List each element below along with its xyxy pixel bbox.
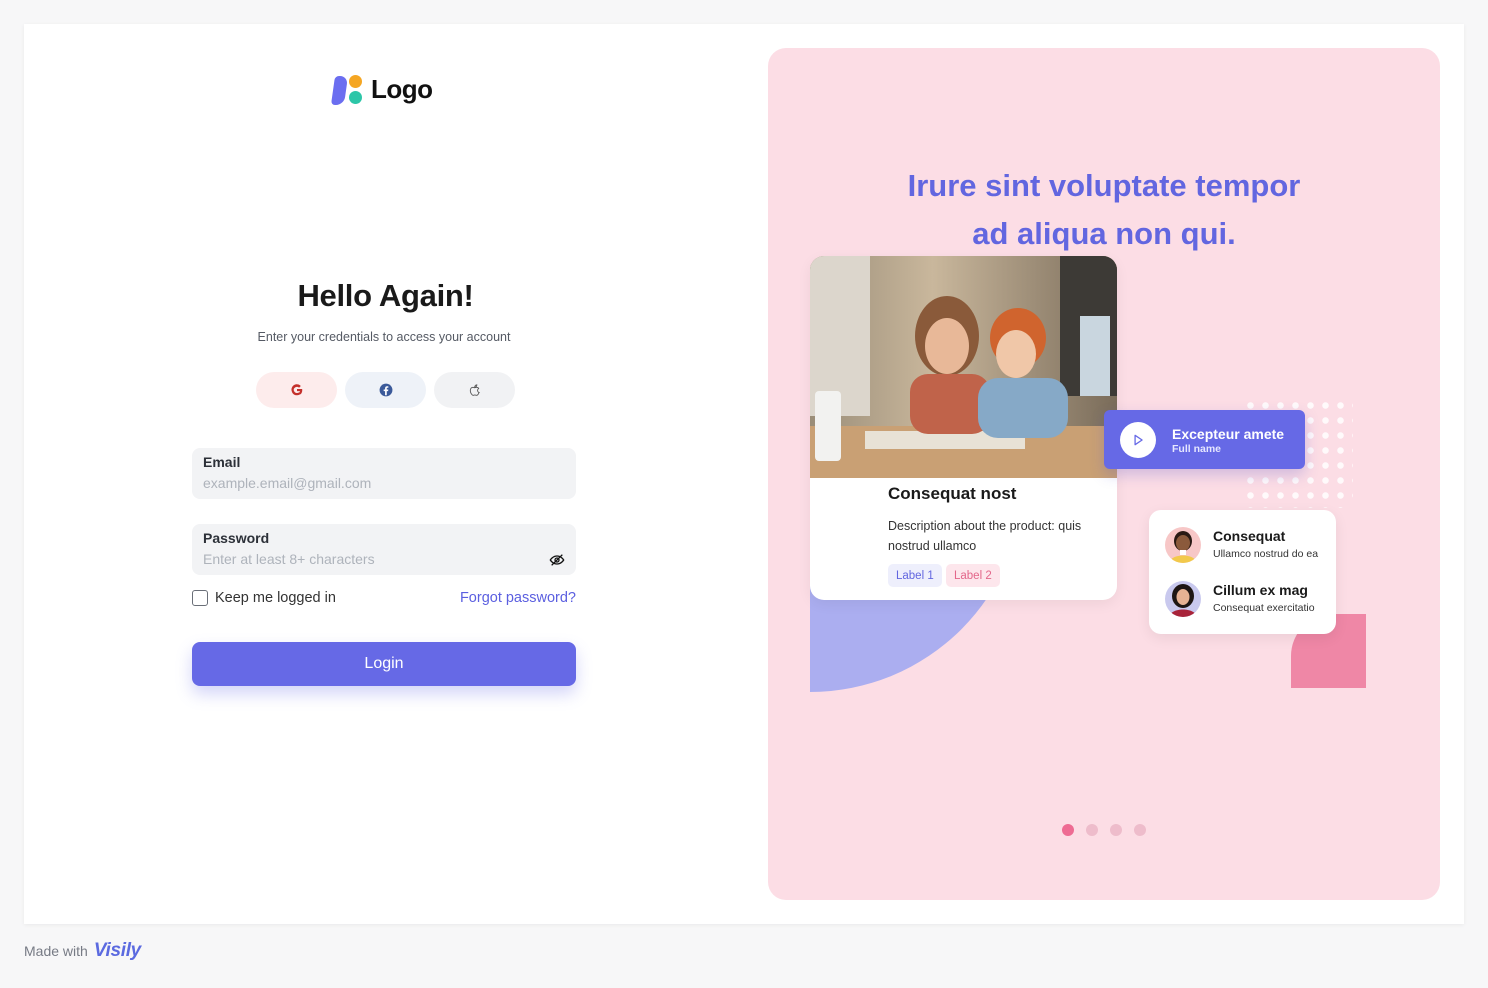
- product-photo: [810, 256, 1117, 478]
- remember-me[interactable]: Keep me logged in: [192, 590, 336, 606]
- page-title: Hello Again!: [297, 278, 474, 313]
- social-login-group: [256, 372, 515, 408]
- person-name: Consequat: [1213, 528, 1286, 544]
- pager-dot-3[interactable]: [1110, 824, 1122, 836]
- video-card[interactable]: Excepteur amete Full name: [1104, 410, 1305, 469]
- pager-dot-1[interactable]: [1062, 824, 1074, 836]
- apple-icon: [469, 384, 480, 396]
- apple-login-button[interactable]: [434, 372, 515, 408]
- hero-tagline-line2: ad aliqua non qui.: [972, 216, 1236, 251]
- remember-checkbox[interactable]: [192, 590, 208, 606]
- list-item[interactable]: Cillum ex mag Consequat exercitatio: [1165, 581, 1315, 617]
- login-button[interactable]: Login: [192, 642, 576, 686]
- visily-logo: Visily: [93, 940, 141, 961]
- password-label: Password: [203, 530, 270, 546]
- hero-tagline: Irure sint voluptate tempor ad aliqua no…: [768, 162, 1440, 258]
- remember-label: Keep me logged in: [215, 590, 336, 606]
- person-detail: Ullamco nostrud do ea: [1213, 548, 1319, 560]
- forgot-password-link[interactable]: Forgot password?: [456, 590, 576, 606]
- people-card: Consequat Ullamco nostrud do ea Cillum e…: [1149, 510, 1336, 634]
- made-with-label: Made with: [24, 943, 88, 959]
- google-login-button[interactable]: [256, 372, 337, 408]
- email-field-group: Email: [192, 448, 576, 499]
- pager-dot-2[interactable]: [1086, 824, 1098, 836]
- logo-text: Logo: [371, 74, 433, 104]
- logo-mark-icon: [330, 74, 363, 105]
- product-card[interactable]: Consequat nost Description about the pro…: [810, 256, 1117, 600]
- facebook-login-button[interactable]: [345, 372, 426, 408]
- product-description: Description about the product: quis nost…: [888, 519, 1082, 553]
- password-field-group: Password: [192, 524, 576, 575]
- password-input[interactable]: [203, 551, 533, 567]
- facebook-icon: [379, 383, 392, 397]
- play-icon: [1134, 434, 1143, 446]
- video-title: Excepteur amete: [1172, 426, 1285, 442]
- avatar: [1165, 581, 1201, 617]
- email-label: Email: [203, 454, 241, 470]
- eye-off-icon[interactable]: [549, 552, 565, 568]
- avatar: [1165, 527, 1201, 563]
- made-with-badge[interactable]: Made with Visily: [24, 940, 141, 962]
- carousel-pager: [1062, 824, 1146, 836]
- list-item[interactable]: Consequat Ullamco nostrud do ea: [1165, 527, 1318, 563]
- play-button[interactable]: [1120, 422, 1156, 458]
- hero-panel: Irure sint voluptate tempor ad aliqua no…: [768, 48, 1440, 900]
- pager-dot-4[interactable]: [1134, 824, 1146, 836]
- hero-tagline-line1: Irure sint voluptate tempor: [907, 168, 1301, 203]
- product-tag: Label 1: [888, 564, 942, 587]
- page-subtitle: Enter your credentials to access your ac…: [257, 330, 511, 344]
- login-card: Logo Hello Again! Enter your credentials…: [24, 24, 1464, 924]
- google-icon: [290, 384, 302, 396]
- person-detail: Consequat exercitatio: [1213, 602, 1315, 614]
- logo[interactable]: Logo: [330, 74, 433, 105]
- product-tag: Label 2: [946, 564, 1000, 587]
- product-title: Consequat nost: [888, 484, 1017, 503]
- email-input[interactable]: [203, 475, 533, 491]
- person-name: Cillum ex mag: [1213, 582, 1308, 598]
- video-subtitle: Full name: [1172, 443, 1222, 455]
